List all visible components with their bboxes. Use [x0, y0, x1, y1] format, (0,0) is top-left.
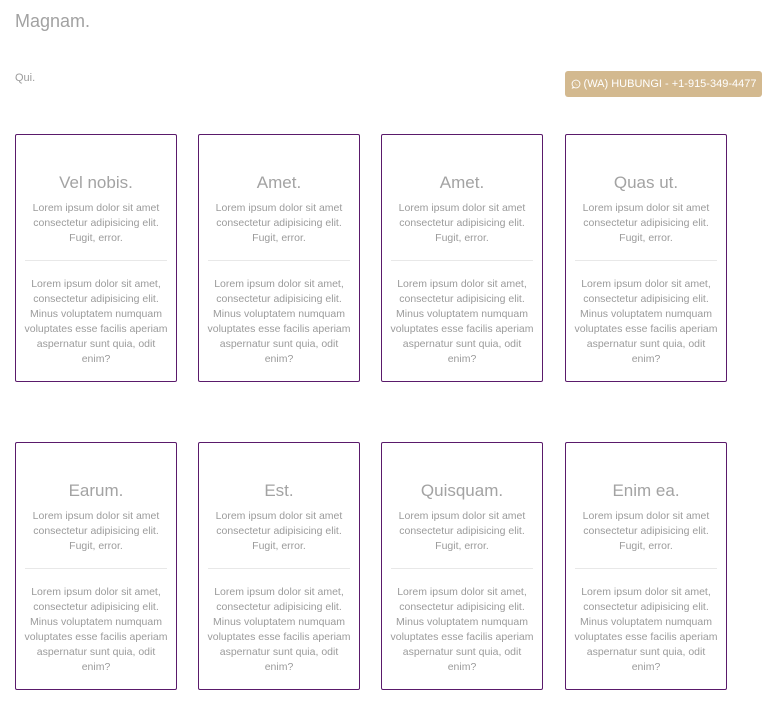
card-divider [25, 260, 167, 261]
card-description: Lorem ipsum dolor sit amet, consectetur … [574, 278, 718, 365]
card-summary: Lorem ipsum dolor sit amet consectetur a… [582, 202, 710, 244]
card-divider [208, 260, 350, 261]
whatsapp-icon [571, 79, 580, 89]
card-title: Amet. [439, 173, 485, 192]
card-description: Lorem ipsum dolor sit amet, consectetur … [574, 586, 718, 673]
page-subtitle: Qui. [15, 72, 36, 84]
whatsapp-contact-label: (WA) HUBUNGI - +1-915-349-4477 [583, 78, 757, 90]
card: Quas ut. Lorem ipsum dolor sit amet cons… [565, 134, 727, 382]
card-summary: Lorem ipsum dolor sit amet consectetur a… [215, 510, 343, 552]
card-divider [575, 260, 717, 261]
card-description: Lorem ipsum dolor sit amet, consectetur … [390, 278, 534, 365]
card: Earum. Lorem ipsum dolor sit amet consec… [15, 442, 177, 690]
card-description: Lorem ipsum dolor sit amet, consectetur … [24, 586, 168, 673]
card-summary: Lorem ipsum dolor sit amet consectetur a… [32, 202, 160, 244]
card-summary: Lorem ipsum dolor sit amet consectetur a… [582, 510, 710, 552]
card-description: Lorem ipsum dolor sit amet, consectetur … [390, 586, 534, 673]
card-description: Lorem ipsum dolor sit amet, consectetur … [24, 278, 168, 365]
card-summary: Lorem ipsum dolor sit amet consectetur a… [398, 510, 526, 552]
card-title: Est. [264, 481, 294, 500]
card-summary: Lorem ipsum dolor sit amet consectetur a… [32, 510, 160, 552]
card: Enim ea. Lorem ipsum dolor sit amet cons… [565, 442, 727, 690]
whatsapp-contact-button[interactable]: (WA) HUBUNGI - +1-915-349-4477 [565, 71, 762, 97]
card-summary: Lorem ipsum dolor sit amet consectetur a… [215, 202, 343, 244]
card-description: Lorem ipsum dolor sit amet, consectetur … [207, 586, 351, 673]
card-title: Quisquam. [420, 481, 504, 500]
card-divider [575, 568, 717, 569]
card: Amet. Lorem ipsum dolor sit amet consect… [198, 134, 360, 382]
card-divider [391, 260, 533, 261]
card-title: Earum. [68, 481, 124, 500]
card-description: Lorem ipsum dolor sit amet, consectetur … [207, 278, 351, 365]
card-divider [25, 568, 167, 569]
card: Vel nobis. Lorem ipsum dolor sit amet co… [15, 134, 177, 382]
card-summary: Lorem ipsum dolor sit amet consectetur a… [398, 202, 526, 244]
card: Quisquam. Lorem ipsum dolor sit amet con… [381, 442, 543, 690]
card-divider [208, 568, 350, 569]
card: Est. Lorem ipsum dolor sit amet consecte… [198, 442, 360, 690]
card-divider [391, 568, 533, 569]
card: Amet. Lorem ipsum dolor sit amet consect… [381, 134, 543, 382]
card-title: Quas ut. [613, 173, 679, 192]
page-title: Magnam. [15, 11, 91, 31]
card-title: Amet. [256, 173, 302, 192]
card-title: Vel nobis. [59, 173, 133, 192]
card-title: Enim ea. [612, 481, 680, 500]
